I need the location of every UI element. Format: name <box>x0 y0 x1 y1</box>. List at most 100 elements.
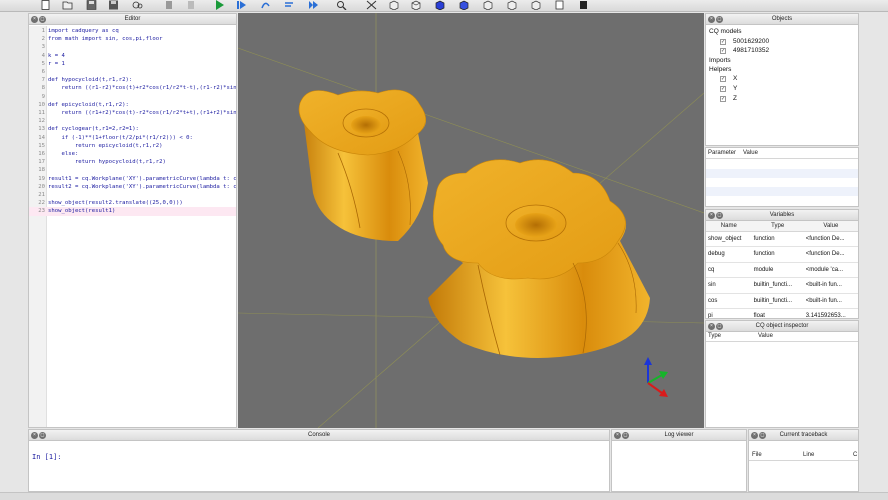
close-icon[interactable]: × <box>708 16 715 23</box>
debug-icon[interactable] <box>236 0 247 10</box>
tree-item-helper-z[interactable]: Z <box>733 94 737 103</box>
objects-panel: × ◻ Objects CQ models ✓ 5001629200 ✓ 498… <box>705 13 859 146</box>
close-icon[interactable]: × <box>708 323 715 330</box>
float-icon[interactable]: ◻ <box>759 432 766 439</box>
log-viewer-panel: × ◻ Log viewer <box>611 429 747 492</box>
tree-item-helper-y[interactable]: Y <box>733 84 737 93</box>
shaded-icon[interactable] <box>578 0 589 10</box>
helper-z-checkbox[interactable]: ✓ <box>720 96 726 102</box>
tree-item-cq-models[interactable]: CQ models <box>709 27 742 36</box>
table-cell: <function De... <box>803 246 858 263</box>
variables-column-header[interactable]: Value <box>803 221 858 232</box>
table-cell: float <box>751 308 804 318</box>
editor-title: × ◻ Editor <box>29 14 236 25</box>
examples-icon[interactable] <box>132 0 143 10</box>
float-icon[interactable]: ◻ <box>716 16 723 23</box>
variables-panel: × ◻ Variables Name Type Value show_object f… <box>705 209 859 319</box>
table-row[interactable]: sin builtin_functi... <built-in fun... <box>706 277 858 294</box>
helper-x-checkbox[interactable]: ✓ <box>720 76 726 82</box>
run-icon[interactable] <box>214 0 225 10</box>
parameter-row <box>706 169 858 178</box>
table-row[interactable]: cq module <module 'ca... <box>706 262 858 278</box>
tree-item-helper-x[interactable]: X <box>733 74 737 83</box>
close-icon[interactable]: × <box>708 212 715 219</box>
float-icon[interactable]: ◻ <box>39 16 46 23</box>
continue-icon[interactable] <box>308 0 319 10</box>
step-over-icon[interactable] <box>260 0 271 10</box>
back-view-icon[interactable] <box>482 0 493 11</box>
top-view-icon[interactable] <box>410 0 421 11</box>
inspect-icon[interactable] <box>336 0 347 11</box>
open-file-icon[interactable] <box>62 0 73 10</box>
redo-icon[interactable] <box>186 0 197 10</box>
model-2-checkbox[interactable]: ✓ <box>720 48 726 54</box>
log-viewer-title-text: Log viewer <box>664 432 694 438</box>
gear-model-1[interactable] <box>298 89 428 241</box>
float-icon[interactable]: ◻ <box>39 432 46 439</box>
inspector-title-text: CQ object inspector <box>755 323 809 329</box>
save-as-icon[interactable] <box>108 0 119 10</box>
table-row[interactable]: pi float 3.141592653... <box>706 308 858 318</box>
undo-icon[interactable] <box>164 0 175 10</box>
float-icon[interactable]: ◻ <box>622 432 629 439</box>
file-column-header: File <box>752 452 762 458</box>
table-cell: <module 'ca... <box>803 262 858 278</box>
table-cell: function <box>751 231 804 247</box>
table-cell: cq <box>706 262 752 278</box>
value-column-header: Value <box>743 150 758 156</box>
tree-item-model-2[interactable]: 4981710352 <box>733 46 769 55</box>
table-cell: builtin_functi... <box>751 293 804 309</box>
editor-panel: × ◻ Editor 1 import cadquery as cq 2 from m… <box>28 13 237 428</box>
front-view-icon[interactable] <box>458 0 469 11</box>
header-divider <box>706 158 858 159</box>
variables-title-text: Variables <box>769 212 795 218</box>
table-row[interactable]: show_object function <function De... <box>706 231 858 247</box>
inspector-title: × ◻ CQ object inspector <box>706 321 858 332</box>
main-toolbar <box>0 0 888 12</box>
type-column-header: Type <box>708 333 722 339</box>
table-cell: <function De... <box>803 231 858 247</box>
table-cell: 3.141592653... <box>803 308 858 318</box>
3d-scene <box>238 13 704 428</box>
left-view-icon[interactable] <box>506 0 517 11</box>
wireframe-icon[interactable] <box>554 0 565 10</box>
traceback-title-text: Current traceback <box>779 432 828 438</box>
variables-column-header[interactable]: Name <box>706 221 752 232</box>
right-view-icon[interactable] <box>530 0 541 11</box>
editor-title-text: Editor <box>124 16 141 22</box>
3d-viewport[interactable] <box>238 13 704 428</box>
close-icon[interactable]: × <box>31 432 38 439</box>
console-title: × ◻ Console <box>29 430 609 441</box>
iso-view-icon[interactable] <box>388 0 399 11</box>
step-in-icon[interactable] <box>284 0 295 10</box>
helper-y-checkbox[interactable]: ✓ <box>720 86 726 92</box>
tree-item-model-1[interactable]: 5001629200 <box>733 37 769 46</box>
code-text: show_object(result1) <box>48 208 116 215</box>
tree-item-helpers[interactable]: Helpers <box>709 65 731 74</box>
bottom-view-icon[interactable] <box>434 0 445 11</box>
close-icon[interactable]: × <box>31 16 38 23</box>
save-icon[interactable] <box>86 0 97 10</box>
variables-column-header[interactable]: Type <box>751 221 804 232</box>
fit-icon[interactable] <box>366 0 377 10</box>
console-prompt[interactable]: In [1]: <box>32 453 62 461</box>
table-cell: function <box>751 246 804 263</box>
objects-title: × ◻ Objects <box>706 14 858 25</box>
new-file-icon[interactable] <box>40 0 51 10</box>
close-icon[interactable]: × <box>751 432 758 439</box>
gear-model-2[interactable] <box>428 159 650 358</box>
parameter-row <box>706 187 858 196</box>
close-icon[interactable]: × <box>614 432 621 439</box>
inspector-panel: × ◻ CQ object inspector Type Value <box>705 320 859 428</box>
table-cell: cos <box>706 293 752 309</box>
variables-table: Name Type Value show_object function <functi… <box>706 221 858 318</box>
table-cell: builtin_functi... <box>751 277 804 294</box>
float-icon[interactable]: ◻ <box>716 323 723 330</box>
table-row[interactable]: debug function <function De... <box>706 246 858 263</box>
model-1-checkbox[interactable]: ✓ <box>720 39 726 45</box>
code-line[interactable]: 23 show_object(result1) <box>29 207 236 217</box>
float-icon[interactable]: ◻ <box>716 212 723 219</box>
table-row[interactable]: cos builtin_functi... <built-in fun... <box>706 293 858 309</box>
header-divider <box>706 341 858 342</box>
tree-item-imports[interactable]: Imports <box>709 56 731 65</box>
